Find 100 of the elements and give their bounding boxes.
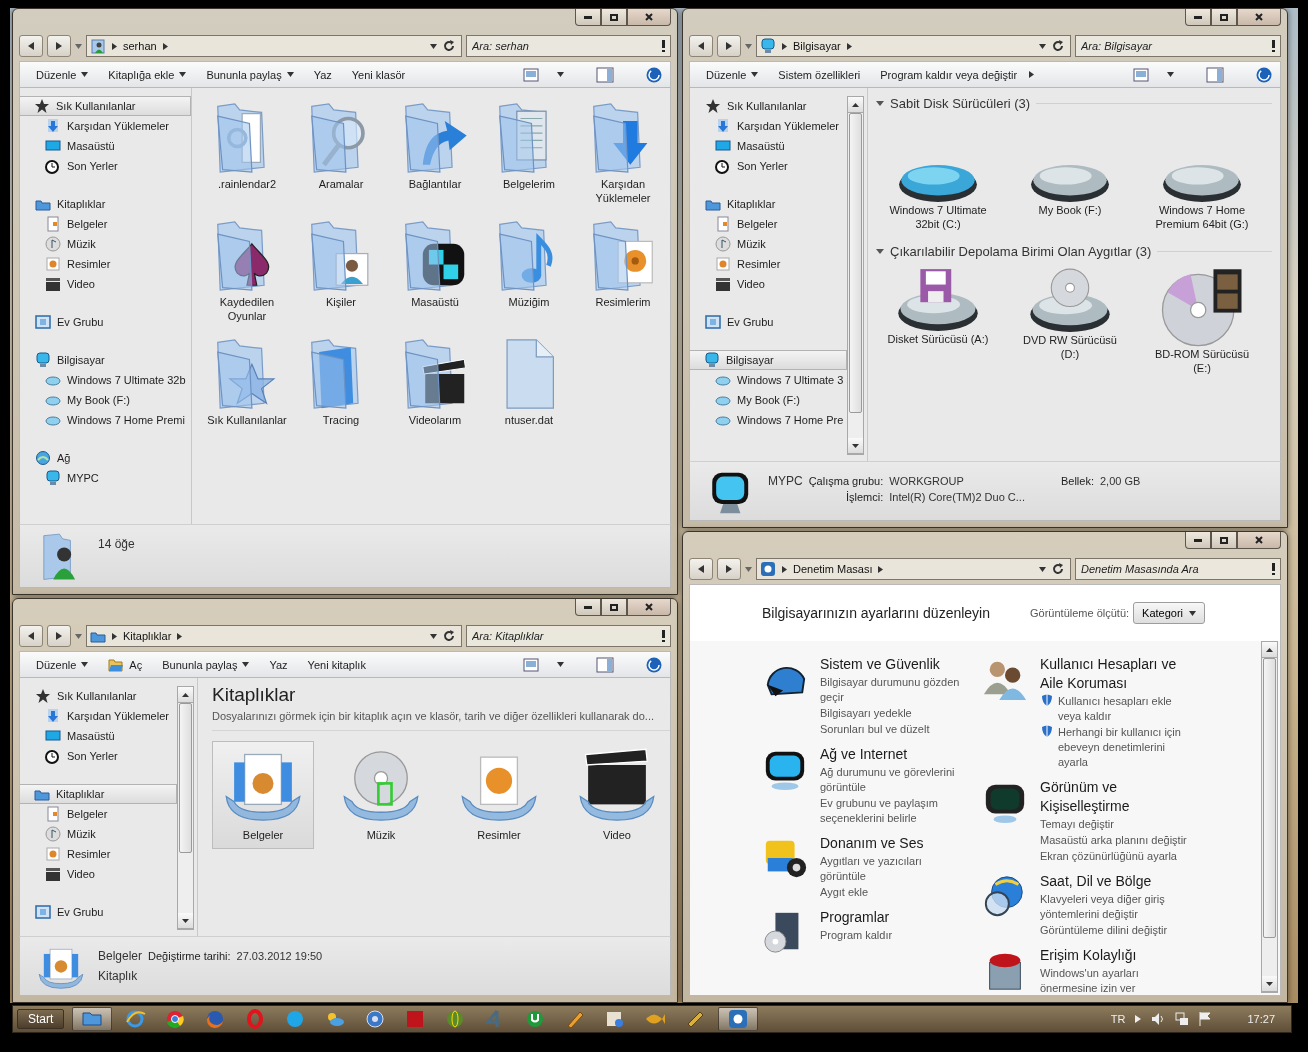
task-link[interactable]: Sorunları bul ve düzelt	[820, 722, 966, 737]
command-button[interactable]: Düzenle	[698, 65, 767, 84]
history-caret-icon[interactable]	[745, 43, 752, 49]
network-icon[interactable]	[1175, 1012, 1190, 1026]
view-dropdown[interactable]: Kategori	[1133, 602, 1206, 624]
folder-item[interactable]: Kişiler	[294, 214, 388, 330]
nav-item[interactable]: Müzik	[20, 824, 177, 844]
nav-item[interactable]: Karşıdan Yüklemeler	[690, 116, 847, 136]
nav-item[interactable]: Masaüstü	[20, 726, 177, 746]
task-link[interactable]: Ev grubunu ve paylaşım seçeneklerini belirle	[820, 796, 966, 826]
address-bar[interactable]: Denetim Masası	[756, 558, 1071, 580]
task-link[interactable]: Aygıtları ve yazıcıları görüntüle	[820, 854, 966, 884]
nav-item[interactable]: Karşıdan Yüklemeler	[20, 706, 177, 726]
scrollbar[interactable]	[177, 686, 194, 930]
nav-item[interactable]: Video	[20, 274, 191, 294]
command-button[interactable]: Yaz	[305, 65, 340, 84]
forward-button[interactable]	[717, 35, 741, 57]
close-button[interactable]	[1237, 532, 1281, 549]
command-button[interactable]: Aç	[100, 653, 151, 676]
nav-item[interactable]: Resimler	[690, 254, 847, 274]
nav-item[interactable]: Son Yerler	[690, 156, 847, 176]
command-button[interactable]: Sistem özellikleri	[770, 65, 869, 84]
back-button[interactable]	[19, 35, 43, 57]
search-field[interactable]: Ara: serhan	[466, 35, 671, 57]
command-button[interactable]: Düzenle	[28, 65, 97, 84]
category-link[interactable]: Programlar	[820, 908, 966, 927]
nav-item[interactable]: My Book (F:)	[690, 390, 847, 410]
command-button[interactable]: Bununla paylaş	[154, 655, 258, 674]
scrollbar-thumb[interactable]	[849, 113, 862, 413]
nav-item[interactable]: Windows 7 Ultimate 32b	[20, 370, 191, 390]
help-icon[interactable]	[646, 66, 662, 83]
close-button[interactable]	[1237, 9, 1281, 26]
library-item[interactable]: Belgeler	[212, 741, 314, 849]
nav-item[interactable]: Sık Kullanılanlar	[20, 686, 177, 706]
minimize-button[interactable]	[1185, 9, 1211, 26]
drive-item[interactable]: BD-ROM Sürücüsü (E:)	[1140, 265, 1264, 382]
command-button[interactable]: Yeni kitaplık	[299, 655, 374, 674]
task-link[interactable]: Windows'un ayarları önermesine izin ver	[1040, 966, 1196, 995]
back-button[interactable]	[19, 625, 43, 647]
drive-item[interactable]: My Book (F:)	[1008, 161, 1132, 238]
nav-item[interactable]: Karşıdan Yüklemeler	[20, 116, 191, 136]
library-item[interactable]: Müzik	[330, 741, 432, 849]
history-caret-icon[interactable]	[745, 566, 752, 572]
folder-item[interactable]: .rainlendar2	[200, 96, 294, 212]
folder-item[interactable]: Videolarım	[388, 332, 482, 434]
scrollbar-thumb[interactable]	[1263, 658, 1276, 938]
language-indicator[interactable]: TR	[1110, 1013, 1126, 1025]
help-icon[interactable]	[1256, 66, 1272, 83]
folder-item[interactable]: Belgelerim	[482, 96, 576, 212]
address-bar[interactable]: serhan	[86, 35, 462, 57]
task-link[interactable]: Görüntüleme dilini değiştir	[1040, 923, 1196, 938]
view-options-icon[interactable]	[1133, 67, 1149, 82]
search-field[interactable]: Ara: Bilgisayar	[1075, 35, 1281, 57]
folder-item[interactable]: Tracing	[294, 332, 388, 434]
view-options-icon[interactable]	[523, 657, 539, 672]
search-field[interactable]: Ara: Kitaplıklar	[466, 625, 671, 647]
task-link[interactable]: Program kaldır	[820, 928, 966, 943]
command-button[interactable]: Düzenle	[28, 655, 97, 674]
category-link[interactable]: Görünüm ve Kişiselleştirme	[1040, 778, 1196, 816]
task-link[interactable]: Bilgisayar durumunu gözden geçir	[820, 675, 966, 705]
category-link[interactable]: Saat, Dil ve Bölge	[1040, 872, 1196, 891]
task-link[interactable]: Herhangi bir kullanıcı için ebeveyn denetimlerini ayarla	[1058, 725, 1196, 770]
taskbar-button[interactable]	[72, 1007, 113, 1031]
nav-item[interactable]: Ağ	[20, 448, 191, 468]
nav-item[interactable]: Kitaplıklar	[20, 784, 177, 804]
nav-item[interactable]: Belgeler	[20, 214, 191, 234]
maximize-button[interactable]	[601, 599, 627, 616]
minimize-button[interactable]	[575, 9, 601, 26]
task-link[interactable]: Masaüstü arka planını değiştir	[1040, 833, 1196, 848]
preview-pane-icon[interactable]	[596, 66, 614, 83]
folder-item[interactable]: Resimlerim	[576, 214, 670, 330]
history-caret-icon[interactable]	[75, 633, 82, 639]
nav-item[interactable]: Belgeler	[20, 804, 177, 824]
nav-item[interactable]: MYPC	[20, 468, 191, 488]
nav-item[interactable]: Windows 7 Home Pre	[690, 410, 847, 430]
nav-item[interactable]: Belgeler	[690, 214, 847, 234]
library-item[interactable]: Resimler	[448, 741, 550, 849]
nav-item[interactable]: Son Yerler	[20, 156, 191, 176]
back-button[interactable]	[689, 558, 713, 580]
drive-item[interactable]: Disket Sürücüsü (A:)	[876, 265, 1000, 382]
folder-item[interactable]: Sık Kullanılanlar	[200, 332, 294, 434]
scrollbar[interactable]	[847, 96, 864, 455]
folder-item[interactable]: Bağlantılar	[388, 96, 482, 212]
command-button[interactable]: Bununla paylaş	[198, 65, 302, 84]
task-link[interactable]: Bilgisayarı yedekle	[820, 706, 966, 721]
nav-item[interactable]: Sık Kullanılanlar	[20, 96, 191, 116]
nav-item[interactable]: Kitaplıklar	[690, 194, 847, 214]
task-link[interactable]: Ağ durumunu ve görevlerini görüntüle	[820, 765, 966, 795]
task-link[interactable]: Klavyeleri veya diğer giriş yöntemlerini değiştir	[1040, 892, 1196, 922]
scrollbar-thumb[interactable]	[179, 703, 192, 853]
nav-item[interactable]: Müzik	[690, 234, 847, 254]
command-button[interactable]: Yeni klasör	[343, 65, 414, 84]
close-button[interactable]	[627, 599, 671, 616]
preview-pane-icon[interactable]	[596, 656, 614, 673]
category-link[interactable]: Donanım ve Ses	[820, 834, 966, 853]
task-link[interactable]: Aygıt ekle	[820, 885, 966, 900]
scrollbar[interactable]	[1261, 641, 1278, 993]
tray-expand-icon[interactable]	[1135, 1015, 1142, 1023]
drive-item[interactable]: DVD RW Sürücüsü (D:)	[1008, 265, 1132, 382]
category-link[interactable]: Ağ ve Internet	[820, 745, 966, 764]
